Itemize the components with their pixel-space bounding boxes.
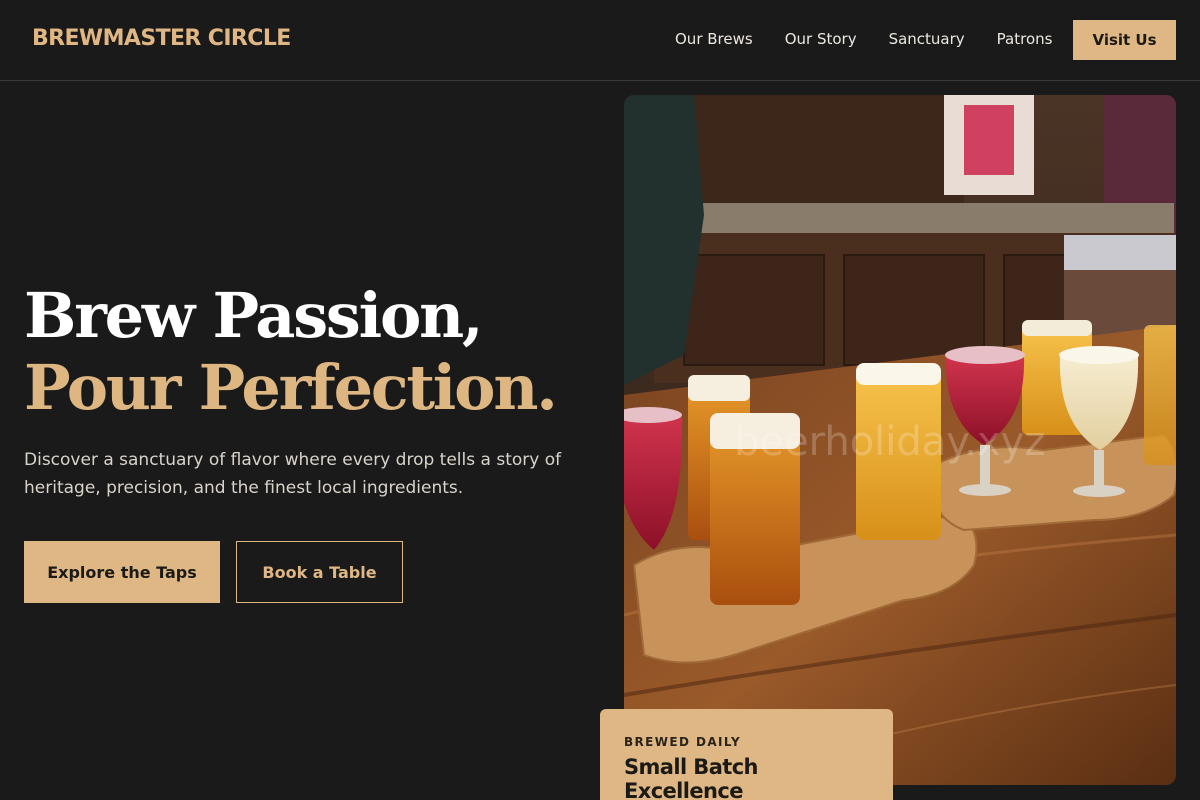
site-header: BREWMASTER CIRCLE Our Brews Our Story Sa…: [0, 0, 1200, 81]
hero-title-line-1: Brew Passion,: [24, 279, 484, 352]
nav-link-sanctuary[interactable]: Sanctuary: [889, 29, 965, 49]
nav-link-our-story[interactable]: Our Story: [785, 29, 857, 49]
badge-eyebrow: BREWED DAILY: [624, 735, 742, 749]
nav-link-our-brews[interactable]: Our Brews: [675, 29, 753, 49]
brewed-daily-badge: BREWED DAILY Small Batch Excellence: [600, 709, 893, 800]
badge-title: Small Batch Excellence: [624, 755, 759, 800]
hero-title-line-2: Pour Perfection.: [24, 351, 558, 424]
visit-us-button[interactable]: Visit Us: [1073, 20, 1176, 60]
book-table-button[interactable]: Book a Table: [236, 541, 403, 603]
explore-taps-button[interactable]: Explore the Taps: [24, 541, 220, 603]
brand-logo[interactable]: BREWMASTER CIRCLE: [32, 26, 291, 51]
main-nav: Our Brews Our Story Sanctuary Patrons: [675, 29, 1052, 49]
nav-link-patrons[interactable]: Patrons: [997, 29, 1053, 49]
hero-beer-flight-photo: beerholiday.xyz: [624, 95, 1176, 785]
hero-subtitle: Discover a sanctuary of flavor where eve…: [24, 450, 562, 498]
hero-title: Brew Passion, Pour Perfection.: [24, 279, 558, 424]
photo-watermark: beerholiday.xyz: [734, 419, 1045, 465]
